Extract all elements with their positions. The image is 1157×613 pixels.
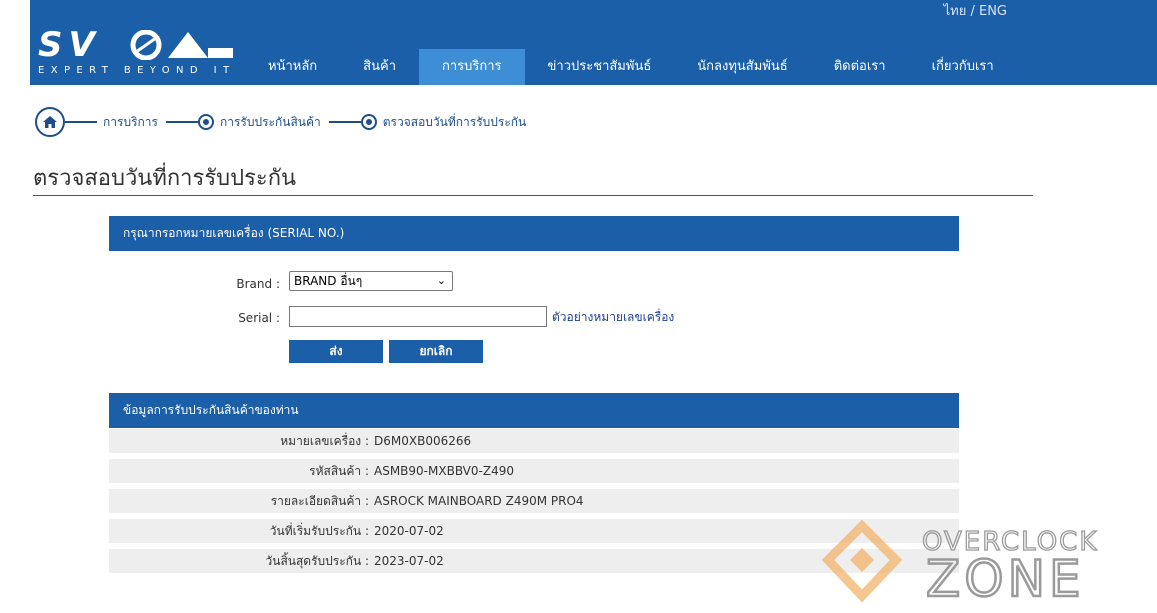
page-title: ตรวจสอบวันที่การรับประกัน (33, 166, 297, 191)
warranty-row: รายละเอียดสินค้า : ASROCK MAINBOARD Z490… (109, 489, 959, 513)
warranty-row-value: 2023-07-02 (374, 554, 444, 568)
breadcrumb-check-date: ตรวจสอบวันที่การรับประกัน (382, 114, 527, 129)
warranty-row-key: รหัสสินค้า : (309, 464, 369, 478)
warranty-row-value: ASMB90-MXBBV0-Z490 (374, 464, 514, 478)
serial-label: Serial : (238, 311, 280, 325)
main-nav: หน้าหลัก สินค้า การบริการ ข่าวประชาสัมพั… (245, 49, 1017, 85)
brand-label: Brand : (236, 277, 280, 291)
nav-home[interactable]: หน้าหลัก (245, 49, 340, 85)
title-divider (33, 195, 1033, 196)
nav-products[interactable]: สินค้า (340, 49, 419, 85)
warranty-row-key: วันสิ้นสุดรับประกัน : (265, 554, 369, 568)
warranty-row: รหัสสินค้า : ASMB90-MXBBV0-Z490 (109, 459, 959, 483)
svg-text:SV: SV (38, 30, 101, 60)
warranty-row-value: D6M0XB006266 (374, 434, 472, 448)
serial-example-link[interactable]: ตัวอย่างหมายเลขเครื่อง (552, 308, 674, 327)
chevron-down-icon: ⌄ (436, 274, 446, 287)
brand-select[interactable]: BRAND อื่นๆ ⌄ (289, 271, 453, 291)
nav-news[interactable]: ข่าวประชาสัมพันธ์ (525, 49, 675, 85)
warranty-row: หมายเลขเครื่อง : D6M0XB006266 (109, 429, 959, 453)
nav-contact[interactable]: ติดต่อเรา (811, 49, 909, 85)
warranty-row-value: 2020-07-02 (374, 524, 444, 538)
breadcrumb-services[interactable]: การบริการ (103, 113, 158, 132)
logo-tagline: EXPERT BEYOND IT (38, 65, 236, 76)
breadcrumb-connector (65, 121, 97, 123)
cancel-button[interactable]: ยกเลิก (389, 340, 483, 363)
breadcrumb-connector (328, 121, 361, 123)
watermark-line2: ZONE (926, 550, 1085, 608)
warranty-row-key: หมายเลขเครื่อง : (280, 434, 369, 448)
breadcrumb-connector (165, 121, 198, 123)
warranty-row-key: วันที่เริ่มรับประกัน : (269, 524, 369, 538)
breadcrumb-warranty[interactable]: การรับประกันสินค้า (220, 113, 321, 132)
submit-button[interactable]: ส่ง (289, 340, 383, 363)
brand-select-value: BRAND อื่นๆ (294, 274, 363, 288)
breadcrumb: การบริการ การรับประกันสินค้า ตรวจสอบวันท… (35, 106, 534, 138)
warranty-info-header: ข้อมูลการรับประกันสินค้าของท่าน (109, 393, 959, 428)
site-header: ไทย / ENG SV EXPERT BEYOND IT หน้าหลัก ส… (30, 0, 1157, 85)
logo-wordmark-graphic: SV (38, 30, 233, 60)
serial-input[interactable] (289, 306, 547, 327)
warranty-row-value: ASROCK MAINBOARD Z490M PRO4 (374, 494, 584, 508)
breadcrumb-dot-icon (197, 114, 214, 130)
nav-investor[interactable]: นักลงทุนสัมพันธ์ (674, 49, 810, 85)
overclockzone-watermark: OVERCLOCK ZONE (820, 518, 1150, 609)
nav-about[interactable]: เกี่ยวกับเรา (909, 49, 1017, 85)
language-switch[interactable]: ไทย / ENG (944, 0, 1007, 21)
nav-services[interactable]: การบริการ (419, 49, 525, 85)
breadcrumb-dot-icon (360, 114, 377, 130)
home-icon[interactable] (35, 107, 65, 137)
warranty-row-key: รายละเอียดสินค้า : (270, 494, 369, 508)
serial-form-header: กรุณากรอกหมายเลขเครื่อง (SERIAL NO.) (109, 216, 959, 251)
